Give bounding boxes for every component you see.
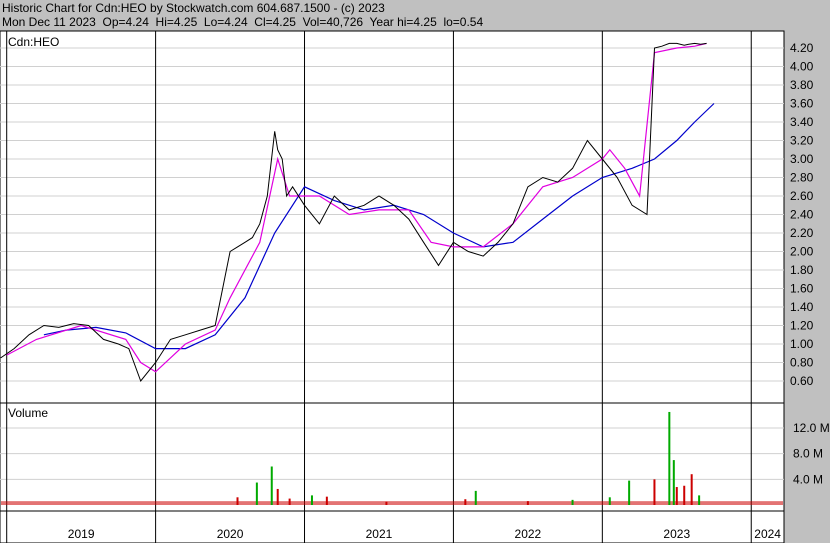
volume-tick-label: 12.0 M: [793, 421, 830, 435]
volume-bar: [236, 497, 239, 505]
price-tick-label: 1.80: [790, 263, 814, 277]
volume-bar: [288, 498, 291, 505]
price-panel: [0, 30, 785, 406]
price-tick-label: 3.80: [790, 78, 814, 92]
price-panel-title: Cdn:HEO: [8, 35, 59, 49]
price-tick-label: 3.60: [790, 97, 814, 111]
price-tick-label: 2.20: [790, 226, 814, 240]
volume-bar: [690, 474, 693, 505]
volume-bar: [675, 487, 678, 505]
volume-baseline-band: [1, 501, 783, 505]
volume-bar: [672, 460, 675, 505]
price-tick-label: 1.60: [790, 282, 814, 296]
volume-bar: [608, 497, 611, 505]
price-tick-label: 0.80: [790, 356, 814, 370]
year-label: 2023: [663, 527, 690, 541]
price-tick-label: 0.60: [790, 374, 814, 388]
volume-bar: [526, 501, 529, 505]
volume-bar: [628, 480, 631, 505]
volume-panel: [0, 402, 785, 512]
price-tick-label: 2.60: [790, 189, 814, 203]
price-tick-label: 1.00: [790, 337, 814, 351]
price-tick-label: 2.40: [790, 208, 814, 222]
volume-bar: [325, 496, 328, 505]
year-label: 2024: [754, 527, 781, 541]
volume-baseline: [1, 501, 783, 505]
price-tick-label: 3.40: [790, 115, 814, 129]
stock-chart: 0.60 0.80 1.00 1.20 1.40 1.60 1.80 2.00 2.20 2.40…: [0, 30, 830, 543]
volume-bar: [698, 495, 701, 505]
price-tick-label: 4.00: [790, 60, 814, 74]
year-label: 2021: [366, 527, 393, 541]
volume-tick-label: 8.0 M: [793, 447, 823, 461]
volume-bar: [571, 499, 574, 505]
volume-panel-title: Volume: [8, 406, 48, 420]
volume-bar: [474, 490, 477, 505]
price-tick-label: 4.20: [790, 41, 814, 55]
price-tick-label: 3.20: [790, 134, 814, 148]
volume-bar: [683, 485, 686, 505]
volume-y-axis: 4.0 M 8.0 M 12.0 M: [793, 421, 830, 486]
volume-bar: [310, 495, 313, 505]
volume-tick-label: 4.0 M: [793, 472, 823, 486]
volume-bar: [255, 482, 258, 505]
price-tick-label: 2.80: [790, 171, 814, 185]
year-label: 2022: [515, 527, 542, 541]
volume-bar: [668, 411, 671, 505]
year-label: 2020: [217, 527, 244, 541]
volume-bar: [270, 466, 273, 505]
volume-bar: [653, 479, 656, 505]
volume-bar: [464, 499, 467, 505]
price-tick-label: 1.40: [790, 300, 814, 314]
price-tick-label: 1.20: [790, 319, 814, 333]
price-y-axis: 0.60 0.80 1.00 1.20 1.40 1.60 1.80 2.00 2.20 2.40…: [790, 41, 814, 388]
volume-bar: [276, 488, 279, 505]
volume-bar: [385, 501, 388, 505]
price-tick-label: 3.00: [790, 152, 814, 166]
year-label: 2019: [68, 527, 95, 541]
price-tick-label: 2.00: [790, 245, 814, 259]
